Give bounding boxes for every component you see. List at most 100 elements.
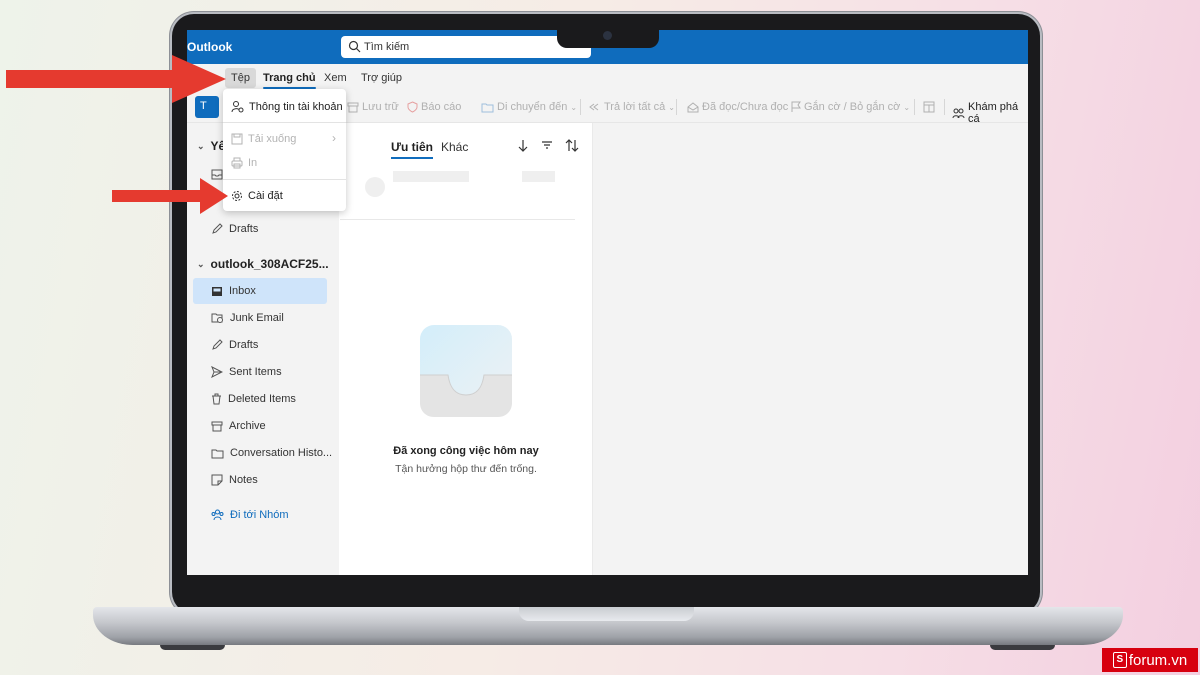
print-item[interactable]: In	[231, 157, 257, 169]
reply-all-icon	[589, 103, 599, 111]
folder-label: Archive	[229, 420, 266, 432]
sforum-logo-icon: S	[1112, 652, 1127, 668]
favorites-drafts[interactable]: Drafts	[211, 219, 258, 239]
laptop-base-groove	[519, 607, 694, 621]
search-placeholder: Tìm kiếm	[364, 41, 410, 53]
chevron-down-icon: ⌄	[668, 102, 675, 112]
favorites-drafts-label: Drafts	[229, 223, 259, 235]
flag-button[interactable]: Gắn cờ / Bỏ gắn cờ ⌄	[791, 101, 910, 113]
go-to-groups-link[interactable]: Đi tới Nhóm	[211, 509, 289, 521]
watermark-text: forum.vn	[1128, 651, 1188, 669]
tab-view[interactable]: Xem	[324, 72, 347, 84]
message-list: Ưu tiên Khác Đã xong công việc hôm nay T…	[340, 123, 593, 575]
file-menu-dropdown: Thông tin tài khoản Tải xuống › In Cài đ…	[223, 89, 346, 211]
folder-label: Junk Email	[230, 312, 284, 324]
envelope-open-icon	[687, 101, 699, 112]
reply-all-button[interactable]: Trả lời tất cả ⌄	[589, 101, 675, 113]
tab-home[interactable]: Trang chủ	[263, 72, 316, 89]
ribbon-tabs: Tệp Trang chủ Xem Trợ giúp	[187, 64, 1028, 92]
folder-label: Drafts	[229, 339, 259, 351]
archive-label: Lưu trữ	[362, 101, 399, 113]
account-info-item[interactable]: Thông tin tài khoản	[231, 100, 343, 113]
go-to-groups-label: Đi tới Nhóm	[230, 509, 289, 521]
favorites-header[interactable]: ⌄ Yê	[197, 139, 225, 153]
arrow-down-icon[interactable]	[518, 139, 528, 152]
folder-archive[interactable]: Archive	[211, 416, 266, 436]
outlook-window: Outlook Tìm kiếm Tệp Trang chủ Xem Trợ g…	[187, 30, 1028, 575]
folder-label: Notes	[229, 474, 258, 486]
folder-label: Deleted Items	[228, 393, 296, 405]
notes-icon	[211, 474, 223, 486]
reading-pane	[593, 123, 1028, 575]
chevron-down-icon: ⌄	[570, 102, 578, 112]
tab-focused[interactable]: Ưu tiên	[391, 140, 433, 159]
move-to-label: Di chuyển đến	[497, 101, 568, 113]
folder-label: Inbox	[229, 285, 256, 297]
drafts-icon	[212, 223, 223, 234]
inbox-icon	[212, 286, 222, 296]
folder-junk[interactable]: Junk Email	[211, 308, 284, 328]
chevron-down-icon: ⌄	[197, 140, 205, 151]
filter-icon[interactable]	[541, 139, 553, 151]
camera-icon	[603, 31, 612, 40]
search-input[interactable]: Tìm kiếm	[341, 36, 591, 58]
read-unread-button[interactable]: Đã đọc/Chưa đọc	[687, 101, 788, 113]
groups-icon	[211, 509, 224, 521]
search-icon	[348, 40, 361, 53]
folder-icon	[211, 449, 224, 458]
folder-drafts[interactable]: Drafts	[211, 335, 258, 355]
tab-other[interactable]: Khác	[441, 140, 468, 154]
report-button[interactable]: Báo cáo	[407, 101, 461, 113]
account-name: outlook_308ACF25...	[210, 257, 329, 271]
toolbar-divider	[944, 99, 945, 115]
empty-inbox-illustration	[420, 325, 512, 417]
chevron-down-icon: ⌄	[197, 258, 205, 269]
annotation-arrow-file	[6, 55, 226, 103]
move-to-button[interactable]: Di chuyển đến ⌄	[481, 101, 577, 113]
move-folder-icon	[481, 103, 494, 112]
download-item[interactable]: Tải xuống	[231, 133, 296, 145]
toolbar-divider	[676, 99, 677, 115]
folder-inbox[interactable]: Inbox	[193, 278, 327, 304]
print-label: In	[248, 157, 258, 169]
folder-sent[interactable]: Sent Items	[211, 362, 282, 382]
menu-divider	[223, 122, 346, 123]
laptop-foot-left	[160, 645, 225, 650]
sort-icon[interactable]	[565, 139, 579, 152]
trash-icon	[212, 393, 221, 405]
archive-button[interactable]: Lưu trữ	[347, 101, 399, 113]
laptop-foot-right	[990, 645, 1055, 650]
printer-icon	[231, 157, 243, 169]
calendar-grid-icon	[923, 101, 935, 113]
folder-label: Conversation Histo...	[230, 447, 333, 459]
empty-state-title: Đã xong công việc hôm nay	[393, 445, 539, 457]
shield-icon	[407, 101, 418, 113]
save-icon	[231, 133, 243, 145]
folder-notes[interactable]: Notes	[211, 470, 258, 490]
flag-icon	[791, 101, 801, 112]
archive-icon	[211, 421, 223, 431]
discover-label: Khám phá cá	[968, 101, 1019, 125]
annotation-arrow-settings	[112, 178, 228, 214]
menu-divider	[223, 179, 346, 180]
empty-state-subtitle: Tận hưởng hộp thư đến trống.	[395, 463, 537, 475]
send-icon	[211, 366, 223, 378]
account-settings-icon	[231, 101, 244, 113]
gear-icon	[232, 191, 242, 201]
folder-conversation-history[interactable]: Conversation Histo...	[211, 443, 332, 463]
read-unread-label: Đã đọc/Chưa đọc	[702, 101, 789, 113]
toolbar-divider	[580, 99, 581, 115]
discover-button[interactable]: Khám phá cá	[952, 101, 1028, 125]
toolbar-divider	[914, 99, 915, 115]
account-header[interactable]: ⌄ outlook_308ACF25...	[197, 257, 329, 271]
calendar-button[interactable]	[923, 101, 935, 113]
archive-icon	[347, 102, 359, 112]
loading-placeholder-line	[393, 171, 469, 182]
folder-deleted[interactable]: Deleted Items	[211, 389, 296, 409]
download-label: Tải xuống	[248, 133, 297, 145]
report-label: Báo cáo	[421, 101, 462, 113]
camera-notch	[557, 24, 659, 48]
tab-help[interactable]: Trợ giúp	[361, 72, 402, 84]
loading-placeholder-avatar	[365, 177, 385, 197]
settings-item[interactable]: Cài đặt	[231, 190, 283, 202]
